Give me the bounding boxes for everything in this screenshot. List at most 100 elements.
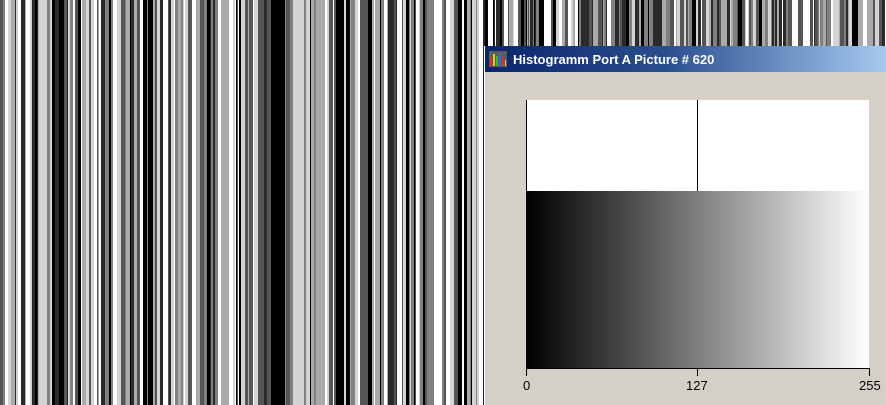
barcode-stripe (50, 0, 52, 405)
barcode-stripe (471, 0, 472, 405)
barcode-stripe (174, 0, 175, 405)
barcode-stripe (38, 0, 39, 405)
barcode-stripe (109, 0, 111, 405)
barcode-stripe (148, 0, 150, 405)
barcode-stripe (238, 0, 239, 405)
barcode-stripe (402, 0, 403, 405)
barcode-stripe (384, 0, 387, 405)
barcode-stripe (192, 0, 196, 405)
barcode-stripe (105, 0, 109, 405)
barcode-stripe (325, 0, 327, 405)
barcode-stripe (196, 0, 200, 405)
barcode-stripe (396, 0, 397, 405)
barcode-stripe (204, 0, 207, 405)
barcode-stripe (94, 0, 97, 405)
barcode-stripe (293, 0, 296, 405)
x-tick-0 (526, 368, 527, 376)
barcode-stripe (467, 0, 470, 405)
barcode-stripe (163, 0, 164, 405)
barcode-stripe (185, 0, 188, 405)
barcode-stripe (374, 0, 375, 405)
barcode-stripe (262, 0, 264, 405)
barcode-stripe (153, 0, 155, 405)
barcode-stripe (242, 0, 244, 405)
barcode-stripe (348, 0, 350, 405)
x-tick-127 (697, 368, 698, 376)
barcode-stripe (68, 0, 70, 405)
barcode-stripe (425, 0, 427, 405)
barcode-stripe (52, 0, 55, 405)
barcode-stripe (470, 0, 471, 405)
histogram-marker-127 (697, 100, 698, 191)
barcode-stripe (21, 0, 25, 405)
barcode-stripe (438, 0, 442, 405)
barcode-stripe (444, 0, 446, 405)
barcode-stripe (392, 0, 394, 405)
barcode-stripe (98, 0, 99, 405)
barcode-stripe (55, 0, 59, 405)
barcode-stripe (481, 0, 483, 405)
barcode-stripe (394, 0, 396, 405)
barcode-stripe (401, 0, 402, 405)
barcode-stripe (355, 0, 358, 405)
barcode-stripe (229, 0, 233, 405)
barcode-stripe (37, 0, 38, 405)
barcode-stripe (375, 0, 378, 405)
barcode-stripe (419, 0, 420, 405)
y-axis-line (526, 100, 527, 376)
barcode-stripe (351, 0, 355, 405)
barcode-stripe (82, 0, 86, 405)
barcode-stripe (59, 0, 62, 405)
barcode-stripe (86, 0, 89, 405)
barcode-stripe (89, 0, 91, 405)
barcode-stripe (31, 0, 32, 405)
barcode-stripe (420, 0, 423, 405)
barcode-stripe (329, 0, 333, 405)
barcode-stripe (436, 0, 438, 405)
barcode-stripe (423, 0, 425, 405)
barcode-stripe (278, 0, 282, 405)
window-title-bar[interactable]: Histogramm Port A Picture # 620 (485, 46, 886, 72)
barcode-stripe (228, 0, 229, 405)
barcode-stripe (73, 0, 75, 405)
barcode-stripe (446, 0, 450, 405)
barcode-stripe (236, 0, 237, 405)
barcode-stripe (117, 0, 121, 405)
barcode-stripe (267, 0, 271, 405)
barcode-stripe (258, 0, 262, 405)
barcode-stripe (415, 0, 416, 405)
barcode-stripe (430, 0, 434, 405)
barcode-stripe (364, 0, 368, 405)
histogram-plot-area (527, 100, 869, 191)
histogram-window[interactable]: Histogramm Port A Picture # 620 0 127 25… (484, 46, 886, 405)
barcode-stripe (454, 0, 458, 405)
barcode-stripe (16, 0, 18, 405)
barcode-stripe (310, 0, 311, 405)
barcode-stripe (253, 0, 254, 405)
x-tick-255 (869, 368, 870, 376)
barcode-stripe (150, 0, 153, 405)
barcode-stripe (249, 0, 252, 405)
barcode-stripe (239, 0, 241, 405)
barcode-stripe (472, 0, 476, 405)
barcode-stripe (372, 0, 374, 405)
barcode-stripe (5, 0, 8, 405)
barcode-stripe (3, 0, 5, 405)
barcode-stripe (207, 0, 210, 405)
barcode-stripe (215, 0, 218, 405)
barcode-stripe (416, 0, 419, 405)
barcode-stripe (254, 0, 258, 405)
barcode-stripe (211, 0, 213, 405)
barcode-stripe (387, 0, 388, 405)
barcode-stripe (286, 0, 290, 405)
barcode-stripe (131, 0, 134, 405)
barcode-stripe (346, 0, 348, 405)
barcode-stripe (360, 0, 364, 405)
barcode-stripe (340, 0, 344, 405)
barcode-stripe (43, 0, 47, 405)
barcode-stripe (248, 0, 249, 405)
barcode-stripe (91, 0, 94, 405)
barcode-stripe (25, 0, 26, 405)
barcode-stripe (178, 0, 181, 405)
barcode-stripe (381, 0, 384, 405)
